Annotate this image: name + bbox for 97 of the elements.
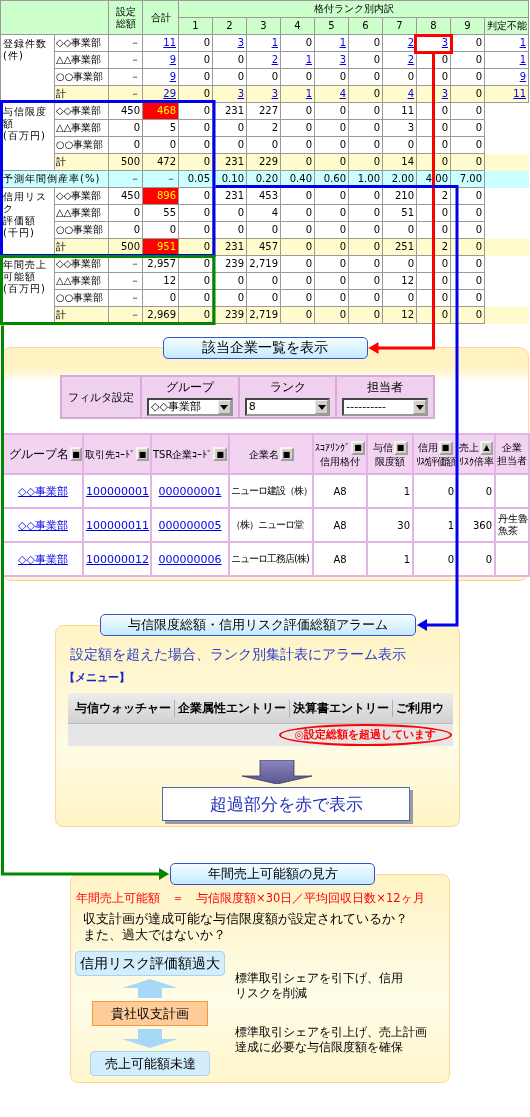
table-cell: ニューロ工務店(株) xyxy=(230,543,312,575)
table-cell: A8 xyxy=(314,509,366,541)
column-header: 担当者 xyxy=(497,454,527,467)
field-label: 担当者 xyxy=(367,378,404,396)
column-header: グループ名 xyxy=(9,447,70,461)
column-header: 与信 xyxy=(372,441,393,454)
column-header: 限度額 xyxy=(374,454,406,468)
count-link[interactable]: 2 xyxy=(407,37,414,48)
column-header: 信用 xyxy=(417,441,438,454)
flow-box: 信用リスク評価額過大 xyxy=(75,951,225,976)
flow-box: 貴社収支計画 xyxy=(92,1001,208,1026)
table-cell: 0 xyxy=(414,543,456,575)
table-cell: 1 xyxy=(368,543,412,575)
sort-button[interactable]: ■ xyxy=(136,447,149,461)
column-header: 売上 xyxy=(459,441,479,454)
table-cell: A8 xyxy=(314,475,366,507)
column-header: 格付ランク別内訳 xyxy=(178,0,529,18)
count-link[interactable]: 9 xyxy=(169,54,176,65)
count-link[interactable]: 4 xyxy=(407,88,414,99)
result-box: 超過部分を赤で表示 xyxy=(162,787,410,821)
section-title: 該当企業一覧を表示 xyxy=(162,337,368,359)
filter-label: フィルタ設定 xyxy=(62,377,140,417)
sort-button[interactable]: ■ xyxy=(279,447,294,461)
menu-item[interactable]: ご利用ウ xyxy=(393,699,447,717)
column-header: ｽｺｱﾘﾝｸﾞ xyxy=(315,441,350,454)
sort-button[interactable]: ■ xyxy=(213,447,227,461)
up-arrow-icon xyxy=(122,979,178,998)
column-header: ﾘｽｸ評価額 xyxy=(415,454,455,468)
formula: 年間売上可能額 ＝ 与信限度額×30日／平均回収日数×12ヶ月 xyxy=(76,891,426,906)
sort-button[interactable]: ■ xyxy=(351,440,365,455)
row-group-label: 与信限度額 (百万円) xyxy=(0,102,55,171)
note-text: 標準取引シェアを引上げ、売上計画 達成に必要な与信限度額を確保 xyxy=(235,1025,427,1055)
column-header: 取引先ｺｰﾄﾞ xyxy=(85,447,135,461)
down-arrow-icon xyxy=(242,760,312,784)
column-header: 設定総額 xyxy=(108,0,143,35)
caret-icon xyxy=(315,399,329,414)
count-link[interactable]: 11 xyxy=(513,88,526,99)
count-link[interactable]: 2 xyxy=(407,54,414,65)
column-header: 企業名 xyxy=(248,447,279,461)
description: 設定額を超えた場合、ランク別集計表にアラーム表示 xyxy=(70,646,407,664)
column-header: TSR企業ｺｰﾄﾞ xyxy=(153,447,213,461)
count-link[interactable]: 1 xyxy=(519,54,526,65)
count-link[interactable]: 9 xyxy=(519,71,526,82)
alert-message: ◎設定総額を超過しています xyxy=(278,724,452,746)
table-cell: 丹生魯魚茶 xyxy=(496,509,528,541)
dropdown[interactable]: 8 xyxy=(244,397,331,416)
dropdown[interactable]: ---------- xyxy=(342,397,428,416)
column-header: ﾘｽｸ倍率 xyxy=(459,454,493,468)
table-cell: A8 xyxy=(314,543,366,575)
table-cell: 30 xyxy=(368,509,412,541)
column-header: 企業 xyxy=(502,441,522,454)
count-link[interactable]: 1 xyxy=(519,37,526,48)
count-link[interactable]: 3 xyxy=(237,88,244,99)
row-group-label: 登録件数 (件) xyxy=(0,34,55,103)
table-cell: ニューロ建設（株） xyxy=(230,475,312,507)
sort-button[interactable]: ■ xyxy=(393,440,408,455)
sort-button[interactable]: ■ xyxy=(70,447,82,461)
count-link[interactable]: 3 xyxy=(271,88,278,99)
count-link[interactable]: 3 xyxy=(441,37,448,48)
table-cell: 1 xyxy=(368,475,412,507)
count-link[interactable]: 4 xyxy=(339,88,346,99)
count-link[interactable]: 3 xyxy=(237,37,244,48)
menu-item[interactable]: 与信ウォッチャー xyxy=(72,699,175,717)
count-link[interactable]: 9 xyxy=(169,71,176,82)
sort-button[interactable]: ▲ xyxy=(480,440,493,455)
column-header: 合計 xyxy=(142,0,179,35)
count-link[interactable]: 1 xyxy=(305,88,312,99)
question-text: 収支計画が達成可能な与信限度額が設定されているか？ また、過大ではないか？ xyxy=(83,911,409,943)
count-link[interactable]: 1 xyxy=(339,37,346,48)
flow-box: 売上可能額未達 xyxy=(90,1051,210,1076)
dropdown[interactable]: ◇◇事業部 xyxy=(147,397,233,416)
count-link[interactable]: 2 xyxy=(271,54,278,65)
down-arrow-icon xyxy=(122,1029,178,1048)
table-cell: 0 xyxy=(458,475,494,507)
count-link[interactable]: 1 xyxy=(305,54,312,65)
count-link[interactable]: 1 xyxy=(271,37,278,48)
table-cell: 0 xyxy=(414,475,456,507)
count-link[interactable]: 3 xyxy=(339,54,346,65)
column-header: 信用格付 xyxy=(319,454,361,468)
menu-item[interactable]: 決算書エントリー xyxy=(290,699,393,717)
field-label: グループ xyxy=(165,378,214,396)
highlight-frame xyxy=(414,34,453,54)
menu-label: 【メニュー】 xyxy=(64,670,130,685)
sort-button[interactable]: ■ xyxy=(438,440,453,455)
table-cell: 0 xyxy=(458,543,494,575)
count-link[interactable]: 3 xyxy=(441,88,448,99)
field-label: ランク xyxy=(269,378,306,396)
section-title: 年間売上可能額の見方 xyxy=(170,863,375,885)
menu-item[interactable]: 企業属性エントリー xyxy=(175,699,290,717)
table-cell: 1 xyxy=(414,509,456,541)
table-cell: （株）ニューロ堂 xyxy=(230,509,312,541)
caret-icon xyxy=(217,399,231,414)
row-group-label: 信用リスク 評価額 (千円) xyxy=(0,187,55,256)
note-text: 標準取引シェアを引下げ、信用 リスクを削減 xyxy=(235,971,404,1001)
table-cell: 360 xyxy=(458,509,494,541)
section-title: 与信限度総額・信用リスク評価総額アラーム xyxy=(100,614,416,636)
caret-icon xyxy=(413,399,426,414)
